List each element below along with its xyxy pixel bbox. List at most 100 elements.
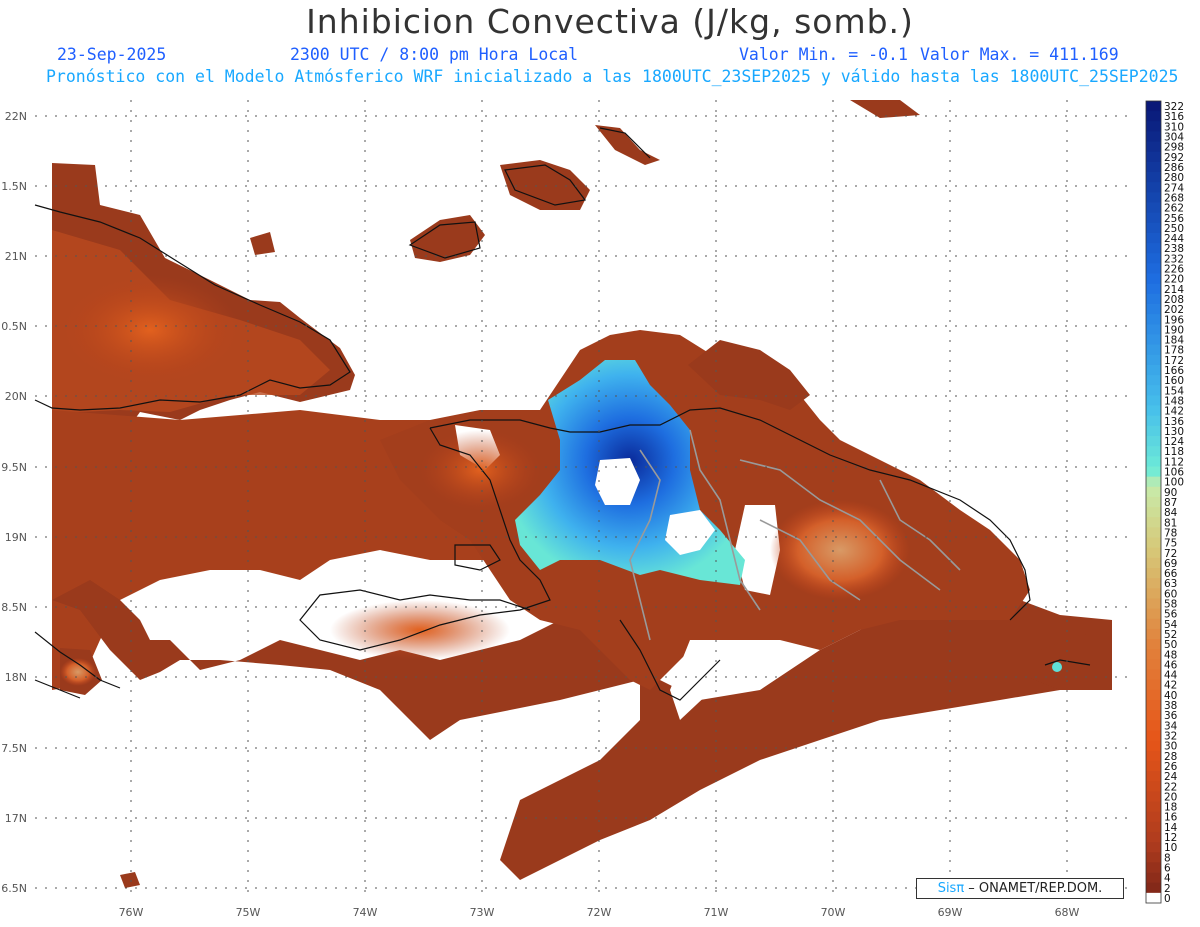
lon-label: 75W	[236, 906, 261, 919]
map-title: Inhibicion Convectiva (J/kg, somb.)	[306, 2, 914, 41]
credit-box: Sisπ – ONAMET/REP.DOM.	[916, 878, 1124, 899]
lon-label: 76W	[119, 906, 144, 919]
colorbar-swatch	[1146, 151, 1161, 163]
lat-label: 18N	[5, 671, 27, 684]
colorbar-swatch	[1146, 567, 1161, 579]
colorbar-swatch	[1146, 517, 1161, 528]
colorbar-swatch	[1146, 263, 1161, 274]
colorbar-swatch	[1146, 436, 1161, 447]
colorbar-swatch	[1146, 202, 1161, 214]
colorbar-swatch	[1146, 486, 1161, 498]
credit-text: – ONAMET/REP.DOM.	[964, 881, 1103, 896]
colorbar-swatch	[1146, 476, 1161, 488]
colorbar-swatch	[1146, 456, 1161, 467]
colorbar-swatch	[1146, 547, 1161, 559]
colorbar-swatch	[1146, 182, 1161, 193]
colorbar-swatch	[1146, 771, 1161, 782]
colorbar-swatch	[1146, 324, 1161, 335]
colorbar-swatch	[1146, 608, 1161, 620]
colorbar-swatch	[1146, 689, 1161, 701]
colorbar-swatch	[1146, 659, 1161, 670]
colorbar-swatch	[1146, 243, 1161, 254]
colorbar-swatch	[1146, 557, 1161, 569]
colorbar-swatch	[1146, 892, 1161, 904]
colorbar-swatch	[1146, 405, 1161, 417]
colorbar: 3223163103042982922862802742682622562502…	[1145, 100, 1184, 905]
lon-label: 72W	[587, 906, 612, 919]
colorbar-swatch	[1146, 811, 1161, 823]
lat-label: 9.5N	[1, 461, 27, 474]
colorbar-swatch	[1146, 578, 1161, 589]
cin-field	[52, 100, 1112, 888]
colorbar-swatch	[1146, 385, 1161, 396]
colorbar-swatch	[1146, 507, 1161, 518]
lon-label: 69W	[938, 906, 963, 919]
colorbar-swatch	[1146, 466, 1161, 478]
lon-label: 73W	[470, 906, 495, 919]
colorbar-label: 0	[1164, 893, 1171, 905]
colorbar-swatch	[1146, 314, 1161, 325]
min-value-label: Valor Min. = -0.1	[739, 45, 908, 64]
colorbar-swatch	[1146, 304, 1161, 315]
colorbar-swatch	[1146, 253, 1161, 264]
lat-label: 8.5N	[1, 601, 27, 614]
colorbar-swatch	[1146, 395, 1161, 406]
colorbar-swatch	[1146, 760, 1161, 772]
max-value-label: Valor Max. = 411.169	[920, 45, 1119, 64]
map-canvas: 22N 1.5N 21N 0.5N 20N 9.5N 19N 8.5N 18N …	[1, 100, 1184, 919]
colorbar-swatch	[1146, 821, 1161, 833]
colorbar-swatch	[1146, 161, 1161, 173]
colorbar-swatch	[1146, 669, 1161, 681]
colorbar-swatch	[1146, 446, 1161, 457]
colorbar-swatch	[1146, 791, 1161, 802]
time-label: 2300 UTC / 8:00 pm Hora Local	[290, 45, 579, 64]
colorbar-swatch	[1146, 293, 1161, 305]
colorbar-swatch	[1146, 862, 1161, 873]
date-label: 23-Sep-2025	[57, 45, 167, 64]
colorbar-swatch	[1146, 192, 1161, 203]
colorbar-swatch	[1146, 283, 1161, 295]
colorbar-swatch	[1146, 172, 1161, 183]
lon-label: 71W	[704, 906, 729, 919]
colorbar-swatch	[1146, 872, 1161, 884]
colorbar-swatch	[1146, 364, 1161, 376]
colorbar-swatch	[1146, 425, 1161, 437]
colorbar-swatch	[1146, 679, 1161, 691]
colorbar-swatch	[1146, 842, 1161, 853]
lat-label: 20N	[5, 390, 27, 403]
colorbar-swatch	[1146, 537, 1161, 549]
lat-label: 19N	[5, 531, 27, 544]
colorbar-swatch	[1146, 131, 1161, 143]
lat-label: 17N	[5, 812, 27, 825]
colorbar-swatch	[1146, 101, 1161, 112]
lon-label: 74W	[353, 906, 378, 919]
colorbar-swatch	[1146, 618, 1161, 630]
forecast-description: Pronóstico con el Modelo Atmósferico WRF…	[46, 67, 1179, 86]
colorbar-swatch	[1146, 111, 1161, 122]
colorbar-swatch	[1146, 212, 1161, 224]
colorbar-swatch	[1146, 121, 1161, 132]
lat-label: 0.5N	[1, 320, 27, 333]
sispi-logo-text: Sisπ	[937, 881, 965, 896]
colorbar-swatch	[1146, 354, 1161, 366]
colorbar-swatch	[1146, 781, 1161, 792]
colorbar-swatch	[1146, 232, 1161, 244]
colorbar-swatch	[1146, 750, 1161, 762]
colorbar-swatch	[1146, 639, 1161, 650]
colorbar-swatch	[1146, 334, 1161, 346]
colorbar-swatch	[1146, 882, 1161, 894]
colorbar-swatch	[1146, 496, 1161, 508]
colorbar-swatch	[1146, 375, 1161, 386]
lat-label: 6.5N	[1, 882, 27, 895]
colorbar-swatch	[1146, 720, 1161, 731]
lat-label: 7.5N	[1, 742, 27, 755]
colorbar-swatch	[1146, 588, 1161, 599]
lon-label: 70W	[821, 906, 846, 919]
colorbar-swatch	[1146, 415, 1161, 427]
colorbar-swatch	[1146, 740, 1161, 752]
colorbar-swatch	[1146, 649, 1161, 660]
lon-label: 68W	[1055, 906, 1080, 919]
colorbar-swatch	[1146, 273, 1161, 285]
colorbar-swatch	[1146, 699, 1161, 711]
lat-label: 1.5N	[1, 180, 27, 193]
